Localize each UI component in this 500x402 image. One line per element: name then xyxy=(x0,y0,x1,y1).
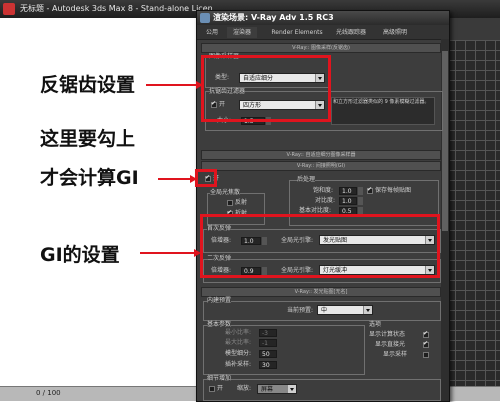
show-calc-checkbox[interactable] xyxy=(423,330,429,338)
show-calc-label: 显示计算状态 xyxy=(369,331,406,338)
filter-description: 和立方形过滤器类似的 9 像素模糊过滤器。 xyxy=(331,97,435,125)
scrollbar-thumb[interactable] xyxy=(442,51,448,231)
saturation-spinner[interactable] xyxy=(358,187,363,195)
model-subdiv-field[interactable]: 50 xyxy=(259,350,277,358)
antialias-highlight-box xyxy=(201,55,331,122)
min-rate-field[interactable]: -3 xyxy=(259,329,277,337)
teapot-icon xyxy=(200,13,210,23)
chevron-down-icon xyxy=(287,385,296,393)
tab-bar: 公用 渲染器 Render Elements 光线跟踪器 高级照明 xyxy=(197,25,449,40)
show-direct-checkbox[interactable] xyxy=(423,340,429,348)
command-panel-header xyxy=(445,18,500,40)
rollout-adaptive-subdivision[interactable]: V-Ray:: 自适应细分图像采样器 xyxy=(201,150,441,160)
saturation-field[interactable]: 1.0 xyxy=(339,187,357,195)
max-title-text: 无标题 - Autodesk 3ds Max 8 - Stand-alone L… xyxy=(20,4,213,13)
detail-on-label: 开 xyxy=(217,385,224,392)
tab-raytracer[interactable]: 光线跟踪器 xyxy=(331,27,371,38)
gi-settings-arrow xyxy=(140,252,196,254)
gi-on-arrow xyxy=(158,178,192,180)
detail-enhance-group-label: 细节增加 xyxy=(207,375,232,383)
annotation-gi-settings: GI的设置 xyxy=(40,244,120,266)
save-map-per-frame-label: 保存每帧贴图 xyxy=(375,187,412,194)
detail-on-checkbox[interactable] xyxy=(209,386,215,392)
tab-common[interactable]: 公用 xyxy=(201,27,223,38)
options-group-label: 选项 xyxy=(369,321,382,328)
annotation-antialias: 反锯齿设置 xyxy=(40,74,136,96)
show-direct-label: 显示直接光 xyxy=(375,341,406,348)
frame-counter: 0 / 100 xyxy=(36,389,61,397)
interp-samples-label: 插补采样: xyxy=(225,361,252,368)
dialog-title: 渲染场景: V-Ray Adv 1.5 RC3 xyxy=(213,13,334,22)
post-processing-group-label: 后处理 xyxy=(297,176,316,184)
gi-bounce-highlight-box xyxy=(200,214,440,278)
contrast-label: 对比度: xyxy=(315,197,336,204)
max-rate-field[interactable]: -1 xyxy=(259,339,277,347)
dialog-title-bar[interactable]: 渲染场景: V-Ray Adv 1.5 RC3 xyxy=(197,11,449,25)
gi-caustics-group-label: 全局光焦散 xyxy=(210,189,241,197)
right-viewport[interactable] xyxy=(445,40,500,386)
interp-samples-field[interactable]: 30 xyxy=(259,361,277,369)
show-samples-label: 显示采样 xyxy=(383,351,408,358)
min-rate-label: 最小比率: xyxy=(225,329,252,336)
model-subdiv-label: 模型细分: xyxy=(225,350,252,357)
max-app-icon xyxy=(3,3,15,15)
contrast-field[interactable]: 1.0 xyxy=(339,197,357,205)
scale-label: 缩放: xyxy=(237,385,252,392)
reflect-caustics-checkbox[interactable] xyxy=(227,200,233,206)
save-map-per-frame-checkbox[interactable] xyxy=(367,186,373,194)
antialias-arrowhead xyxy=(196,81,203,89)
antialias-arrow xyxy=(146,84,200,86)
basic-params-group-label: 基本参数 xyxy=(207,321,232,329)
gi-on-arrowhead xyxy=(190,175,197,183)
preset-group-label: 内建预置 xyxy=(207,297,232,305)
show-samples-checkbox[interactable] xyxy=(423,352,429,358)
scale-dropdown[interactable]: 屏幕 xyxy=(257,384,297,394)
rollout-irradiance-map[interactable]: V-Ray:: 发光贴图[无名] xyxy=(201,287,441,297)
max-rate-label: 最大比率: xyxy=(225,339,252,346)
annotation-check-line2: 才会计算GI xyxy=(40,167,139,189)
tab-advanced-lighting[interactable]: 高级照明 xyxy=(375,27,415,38)
chevron-down-icon xyxy=(363,306,372,314)
preset-dropdown[interactable]: 中 xyxy=(317,305,373,315)
rollout-indirect-illumination[interactable]: V-Ray:: 间接照明(GI) xyxy=(201,161,441,171)
contrast-spinner[interactable] xyxy=(358,197,363,205)
annotation-check-line1: 这里要勾上 xyxy=(40,128,136,150)
reflect-caustics-label: 反射 xyxy=(235,199,248,206)
gi-on-highlight-box xyxy=(195,169,217,187)
current-preset-label: 当前预置: xyxy=(287,307,314,314)
tab-render-elements[interactable]: Render Elements xyxy=(267,27,327,38)
saturation-label: 饱和度: xyxy=(313,187,334,194)
gi-settings-arrowhead xyxy=(194,249,201,257)
rollout-image-sampler[interactable]: V-Ray:: 图像采样(反锯齿) xyxy=(201,43,441,53)
tab-renderer[interactable]: 渲染器 xyxy=(227,27,257,38)
